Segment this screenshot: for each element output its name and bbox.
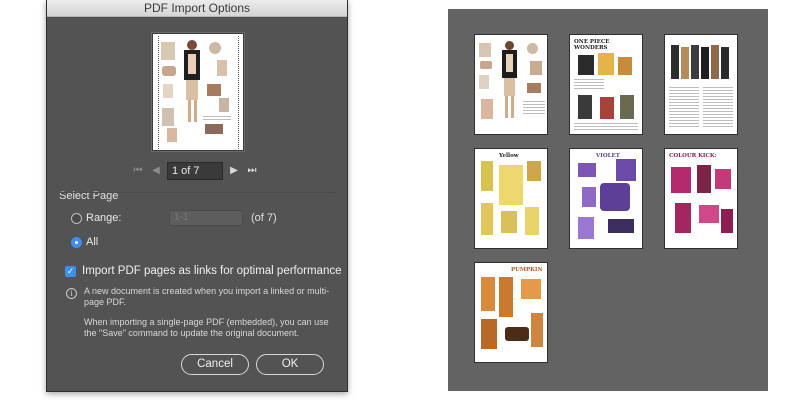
page-title-6: COLOUR KICK: [669, 153, 717, 159]
page-thumbnail-4[interactable]: Yellow [474, 148, 548, 249]
page-thumbnail-5[interactable]: VIOLET [569, 148, 643, 249]
previous-page-icon[interactable]: ◀ [149, 164, 163, 178]
next-page-icon[interactable]: ▶ [227, 164, 241, 178]
all-label: All [86, 236, 99, 248]
page-count-label: (of 7) [251, 212, 277, 224]
page-title-7: PUMPKIN [511, 267, 543, 273]
page-thumbnail-1[interactable] [474, 34, 548, 135]
all-radio[interactable] [71, 236, 82, 248]
page-navigation: ⏮ ◀ 1 of 7 ▶ ⏭ [131, 162, 261, 180]
page-title-2: ONE PIECE WONDERS [574, 39, 610, 51]
last-page-icon[interactable]: ⏭ [245, 164, 259, 178]
pdf-import-dialog: PDF Import Options ⏮ ◀ 1 of 7 ▶ ⏭ Select… [46, 0, 348, 392]
page-number-field[interactable]: 1 of 7 [167, 162, 223, 180]
range-input[interactable]: 1-1 [169, 210, 243, 226]
pages-grid: ONE PIECE WONDERS Yellow VIOLET COLOUR K… [448, 9, 768, 391]
page-preview [152, 33, 244, 151]
page-thumbnail-6[interactable]: COLOUR KICK: [664, 148, 738, 249]
import-links-checkbox[interactable]: ✓ [65, 265, 76, 277]
first-page-icon[interactable]: ⏮ [131, 164, 145, 178]
ok-button[interactable]: OK [256, 354, 324, 375]
cancel-button[interactable]: Cancel [181, 354, 249, 375]
range-label: Range: [86, 212, 122, 224]
page-thumbnail-7[interactable]: PUMPKIN [474, 262, 548, 363]
page-thumbnail-3[interactable] [664, 34, 738, 135]
page-title-4: Yellow [499, 153, 519, 159]
dialog-title: PDF Import Options [47, 0, 347, 17]
preview-page-image [158, 36, 239, 149]
info-icon: i [66, 288, 77, 299]
info-text: A new document is created when you impor… [84, 286, 334, 339]
all-radio-option[interactable]: All [71, 236, 98, 248]
page-thumbnail-2[interactable]: ONE PIECE WONDERS [569, 34, 643, 135]
info-paragraph-1: A new document is created when you impor… [84, 286, 330, 307]
range-radio[interactable] [71, 212, 82, 224]
info-paragraph-2: When importing a single-page PDF (embedd… [84, 317, 329, 338]
range-radio-option[interactable]: Range: [71, 212, 121, 224]
import-links-option[interactable]: ✓ Import PDF pages as links for optimal … [65, 265, 342, 277]
import-links-label: Import PDF pages as links for optimal pe… [82, 265, 342, 277]
